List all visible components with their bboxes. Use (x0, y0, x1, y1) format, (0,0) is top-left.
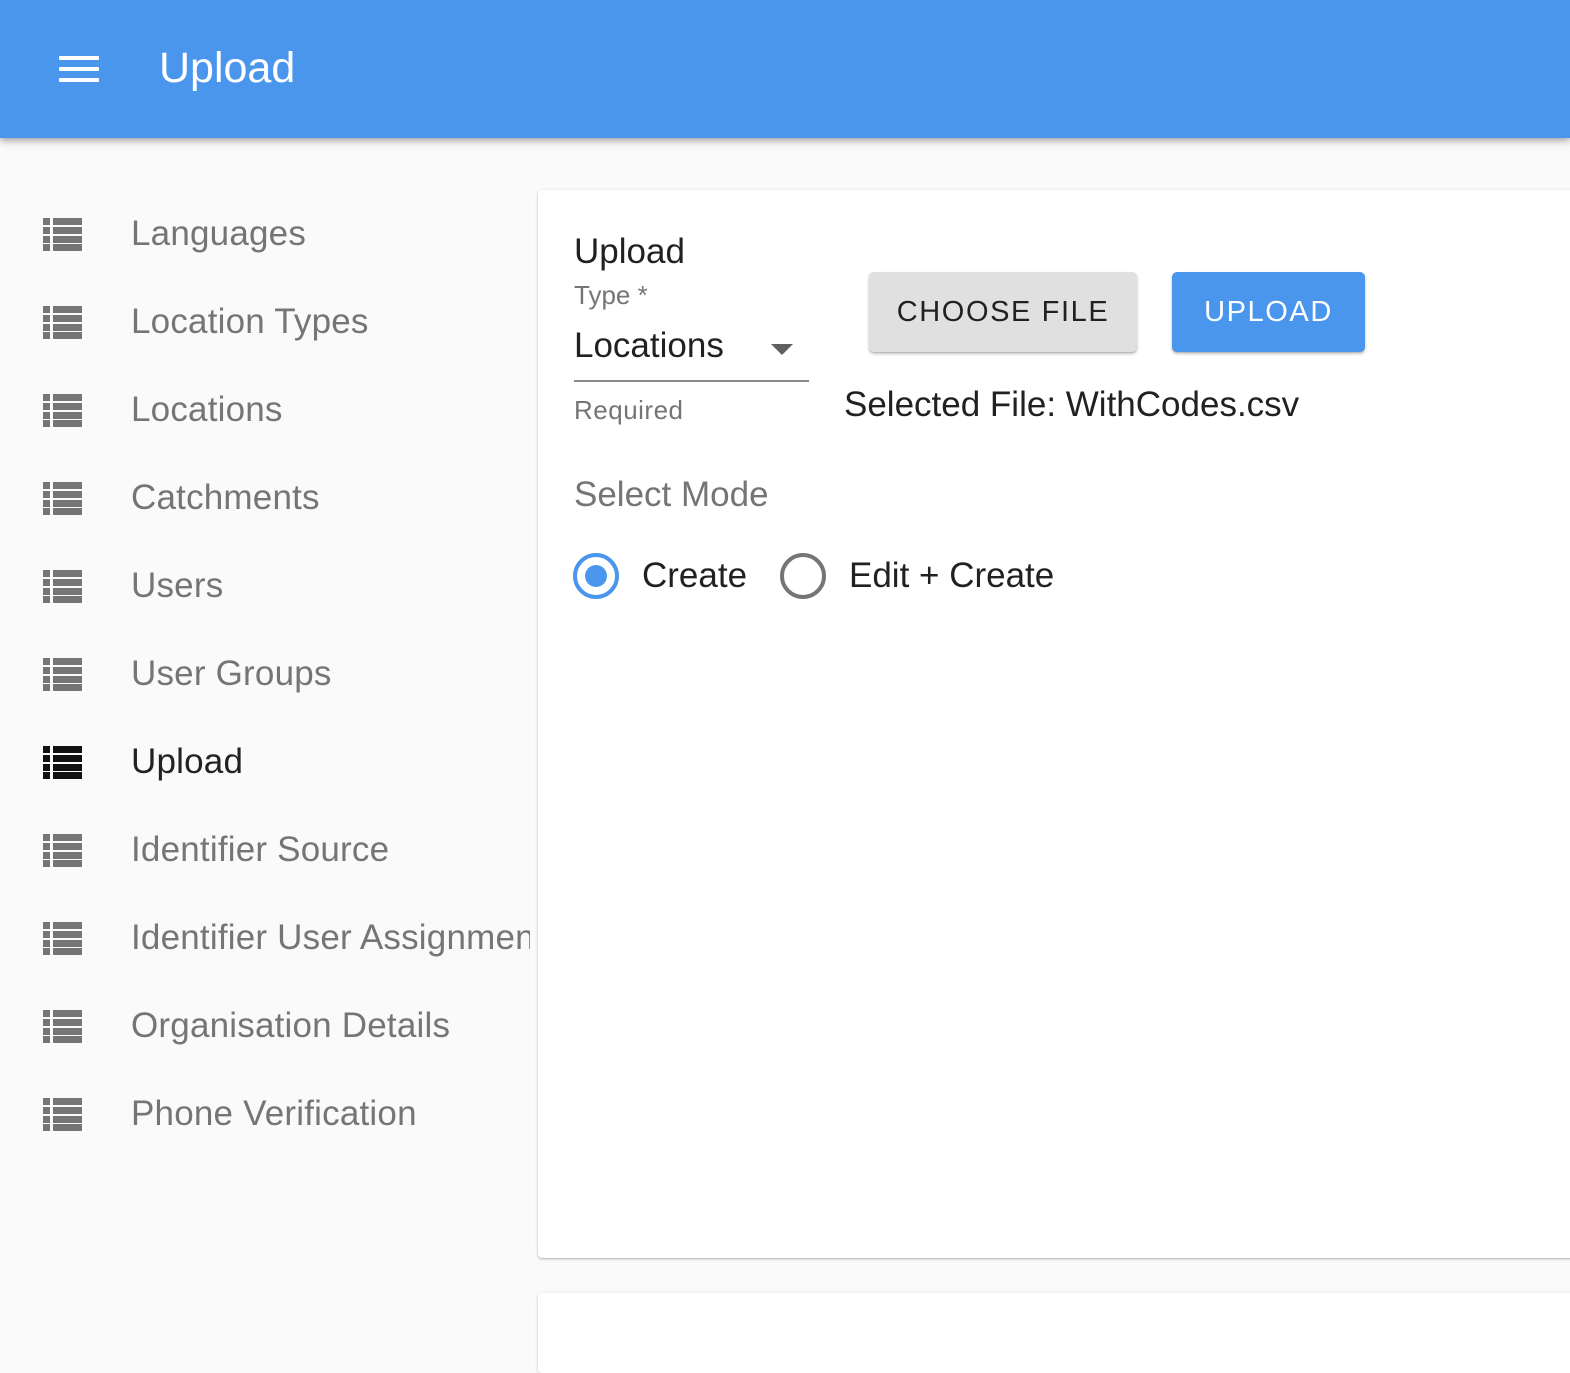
list-icon (43, 921, 82, 955)
sidebar-item-identifier-source[interactable]: Identifier Source (0, 806, 530, 894)
list-icon (43, 745, 82, 779)
sidebar-item-users[interactable]: Users (0, 542, 530, 630)
choose-file-button[interactable]: CHOOSE FILE (869, 272, 1137, 352)
list-icon (43, 1097, 82, 1131)
sidebar-item-locations[interactable]: Locations (0, 366, 530, 454)
list-icon (43, 481, 82, 515)
sidebar-item-user-groups[interactable]: User Groups (0, 630, 530, 718)
sidebar-item-location-types[interactable]: Location Types (0, 278, 530, 366)
selected-file-text: Selected File: WithCodes.csv (844, 385, 1300, 424)
type-helper-text: Required (574, 395, 684, 425)
create-radio-label[interactable]: Create (642, 556, 747, 596)
sidebar-item-label: Phone Verification (131, 1094, 417, 1133)
type-select-value: Locations (574, 326, 724, 365)
sidebar-item-label: Identifier User Assignment (131, 918, 530, 957)
sidebar-item-organisation-details[interactable]: Organisation Details (0, 982, 530, 1070)
list-icon (43, 217, 82, 251)
sidebar-item-label: Organisation Details (131, 1006, 451, 1045)
sidebar-item-label: User Groups (131, 654, 332, 693)
list-icon (43, 1009, 82, 1043)
hamburger-menu-icon (59, 56, 99, 82)
list-icon (43, 305, 82, 339)
app-bar: Upload (0, 0, 1570, 138)
upload-form-title: Upload (574, 232, 685, 271)
list-icon (43, 393, 82, 427)
sidebar-item-upload[interactable]: Upload (0, 718, 530, 806)
sidebar-item-languages[interactable]: Languages (0, 190, 530, 278)
type-field-label: Type * (574, 280, 648, 310)
dropdown-arrow-icon (771, 344, 793, 355)
list-icon (43, 569, 82, 603)
page-title: Upload (159, 44, 296, 92)
upload-card: Upload Type * Locations Required CHOOSE … (538, 190, 1570, 1258)
upload-button[interactable]: UPLOAD (1172, 272, 1365, 352)
sidebar-item-label: Identifier Source (131, 830, 390, 869)
type-select[interactable]: Locations (574, 320, 809, 382)
sidebar-item-label: Languages (131, 214, 307, 253)
edit-create-radio[interactable] (780, 553, 826, 599)
secondary-card (538, 1293, 1570, 1373)
sidebar-item-identifier-user-assignment[interactable]: Identifier User Assignment (0, 894, 530, 982)
sidebar-item-catchments[interactable]: Catchments (0, 454, 530, 542)
sidebar-item-phone-verification[interactable]: Phone Verification (0, 1070, 530, 1158)
sidebar-item-label: Catchments (131, 478, 320, 517)
create-radio[interactable] (573, 553, 619, 599)
edit-create-radio-label[interactable]: Edit + Create (849, 556, 1054, 596)
list-icon (43, 657, 82, 691)
sidebar-item-label: Locations (131, 390, 283, 429)
select-mode-label: Select Mode (574, 475, 769, 514)
sidebar-nav: Languages Location Types Locations Catch… (0, 190, 530, 1158)
menu-button[interactable] (40, 30, 118, 108)
sidebar-item-label: Users (131, 566, 224, 605)
sidebar-item-label: Location Types (131, 302, 369, 341)
list-icon (43, 833, 82, 867)
sidebar-item-label: Upload (131, 742, 244, 781)
